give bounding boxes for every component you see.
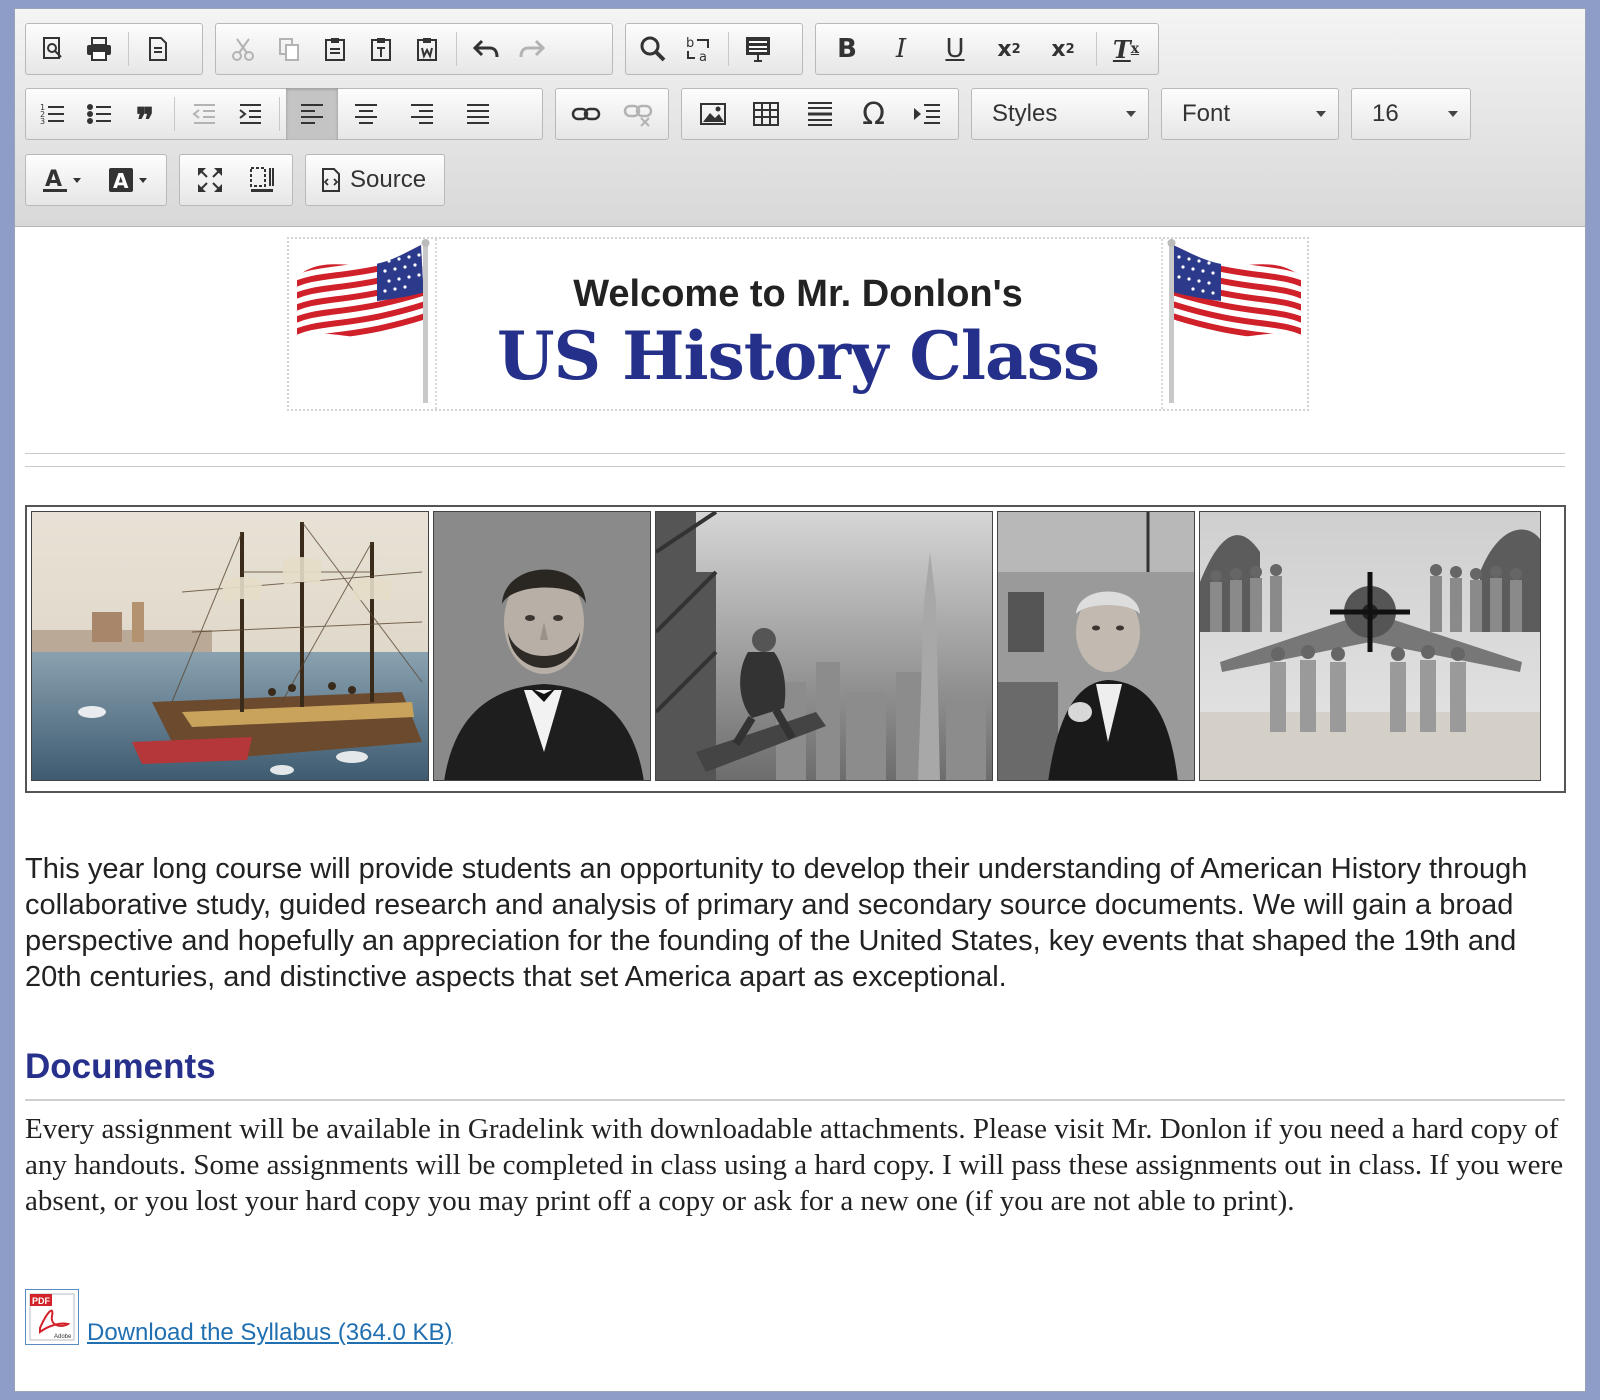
outdent-icon[interactable]	[181, 91, 227, 137]
skyscraper-worker-image	[655, 511, 993, 781]
find-group: ba	[625, 23, 803, 75]
paragraph-group: 123 ❞	[25, 88, 543, 141]
chevron-down-icon	[1316, 111, 1326, 117]
unlink-icon[interactable]	[612, 91, 664, 137]
chevron-down-icon	[1126, 111, 1136, 117]
pdf-icon[interactable]: PDF Adobe	[25, 1289, 79, 1345]
font-dropdown-label: Font	[1182, 100, 1231, 127]
horizontal-rule	[25, 453, 1565, 454]
insert-group: Ω	[681, 88, 959, 140]
background-color-icon[interactable]: A	[96, 157, 162, 203]
source-button[interactable]: Source	[305, 154, 445, 206]
toolbar-separator	[1096, 32, 1097, 66]
remove-format-icon[interactable]: Tx	[1103, 26, 1149, 72]
font-dropdown[interactable]: Font	[1161, 88, 1339, 140]
font-size-dropdown[interactable]: 16	[1351, 88, 1471, 140]
thomas-edison-image	[997, 511, 1195, 781]
bulleted-list-icon[interactable]	[76, 91, 122, 137]
basic-styles-group: B I U x2 x2 Tx	[815, 23, 1159, 75]
show-blocks-icon[interactable]	[236, 157, 288, 203]
horizontal-line-icon[interactable]	[793, 91, 847, 137]
page-break-icon[interactable]	[900, 91, 954, 137]
bold-icon[interactable]: B	[820, 26, 874, 72]
editor-toolbar: ba B I U x2 x2 Tx 123 ❞ Ω Styles Font 16…	[15, 9, 1585, 227]
boston-tea-party-image	[31, 511, 429, 781]
find-icon[interactable]	[630, 26, 676, 72]
paste-text-icon[interactable]	[358, 26, 404, 72]
align-right-icon[interactable]	[394, 91, 450, 137]
banner-subtitle: Welcome to Mr. Donlon's	[573, 273, 1023, 315]
course-description: This year long course will provide stude…	[25, 853, 1528, 993]
photo-strip	[25, 505, 1566, 793]
copy-icon[interactable]	[266, 26, 312, 72]
source-button-label: Source	[350, 166, 427, 193]
align-center-icon[interactable]	[338, 91, 394, 137]
font-size-value: 16	[1372, 100, 1399, 127]
special-character-icon[interactable]: Ω	[847, 91, 901, 137]
styles-dropdown[interactable]: Styles	[971, 88, 1149, 140]
chevron-down-icon	[1448, 111, 1458, 117]
svg-text:a: a	[699, 50, 707, 64]
align-left-icon[interactable]	[286, 88, 338, 140]
maximize-icon[interactable]	[184, 157, 236, 203]
subscript-icon[interactable]: x2	[982, 26, 1036, 72]
documents-paragraph: Every assignment will be available in Gr…	[25, 1113, 1564, 1217]
italic-icon[interactable]: I	[874, 26, 928, 72]
heading-rule	[25, 1099, 1565, 1101]
toolbar-separator	[279, 97, 280, 131]
indent-icon[interactable]	[227, 91, 273, 137]
abraham-lincoln-image	[433, 511, 651, 781]
redo-icon[interactable]	[509, 26, 555, 72]
templates-icon[interactable]	[135, 26, 181, 72]
ww2-pilots-image	[1199, 511, 1541, 781]
documents-heading: Documents	[25, 1047, 216, 1086]
replace-icon[interactable]: ba	[676, 26, 722, 72]
underline-icon[interactable]: U	[928, 26, 982, 72]
flag-image-right	[1161, 239, 1309, 409]
svg-text:A: A	[45, 167, 62, 192]
link-icon[interactable]	[560, 91, 612, 137]
banner-title: US History Class	[496, 317, 1100, 395]
svg-text:3: 3	[40, 117, 45, 126]
toolbar-separator	[174, 97, 175, 131]
blockquote-icon[interactable]: ❞	[122, 91, 168, 141]
paste-icon[interactable]	[312, 26, 358, 72]
superscript-icon[interactable]: x2	[1036, 26, 1090, 72]
cut-icon[interactable]	[220, 26, 266, 72]
download-syllabus-link[interactable]: Download the Syllabus (364.0 KB)	[87, 1319, 453, 1347]
pdf-badge-text: PDF	[32, 1296, 51, 1306]
toolbar-separator	[728, 32, 729, 66]
styles-dropdown-label: Styles	[992, 100, 1058, 127]
paste-word-icon[interactable]	[404, 26, 450, 72]
select-all-icon[interactable]	[735, 26, 781, 72]
source-icon	[320, 167, 342, 193]
document-group	[25, 23, 203, 75]
text-color-icon[interactable]: A	[30, 157, 96, 203]
clipboard-group	[215, 23, 613, 75]
editor-window: ba B I U x2 x2 Tx 123 ❞ Ω Styles Font 16…	[14, 8, 1586, 1392]
image-icon[interactable]	[686, 91, 740, 137]
header-banner: Welcome to Mr. Donlon's US History Class	[287, 237, 1309, 411]
toolbar-separator	[456, 32, 457, 66]
view-group	[179, 154, 293, 206]
table-icon[interactable]	[740, 91, 794, 137]
links-group	[555, 88, 669, 140]
pdf-brand-text: Adobe	[54, 1334, 72, 1340]
print-icon[interactable]	[76, 26, 122, 72]
numbered-list-icon[interactable]: 123	[30, 91, 76, 137]
svg-text:A: A	[113, 169, 129, 193]
horizontal-rule	[25, 466, 1565, 467]
toolbar-separator	[128, 32, 129, 66]
undo-icon[interactable]	[463, 26, 509, 72]
svg-text:b: b	[686, 36, 694, 51]
preview-icon[interactable]	[30, 26, 76, 72]
align-justify-icon[interactable]	[450, 91, 506, 137]
colors-group: A A	[25, 154, 167, 206]
